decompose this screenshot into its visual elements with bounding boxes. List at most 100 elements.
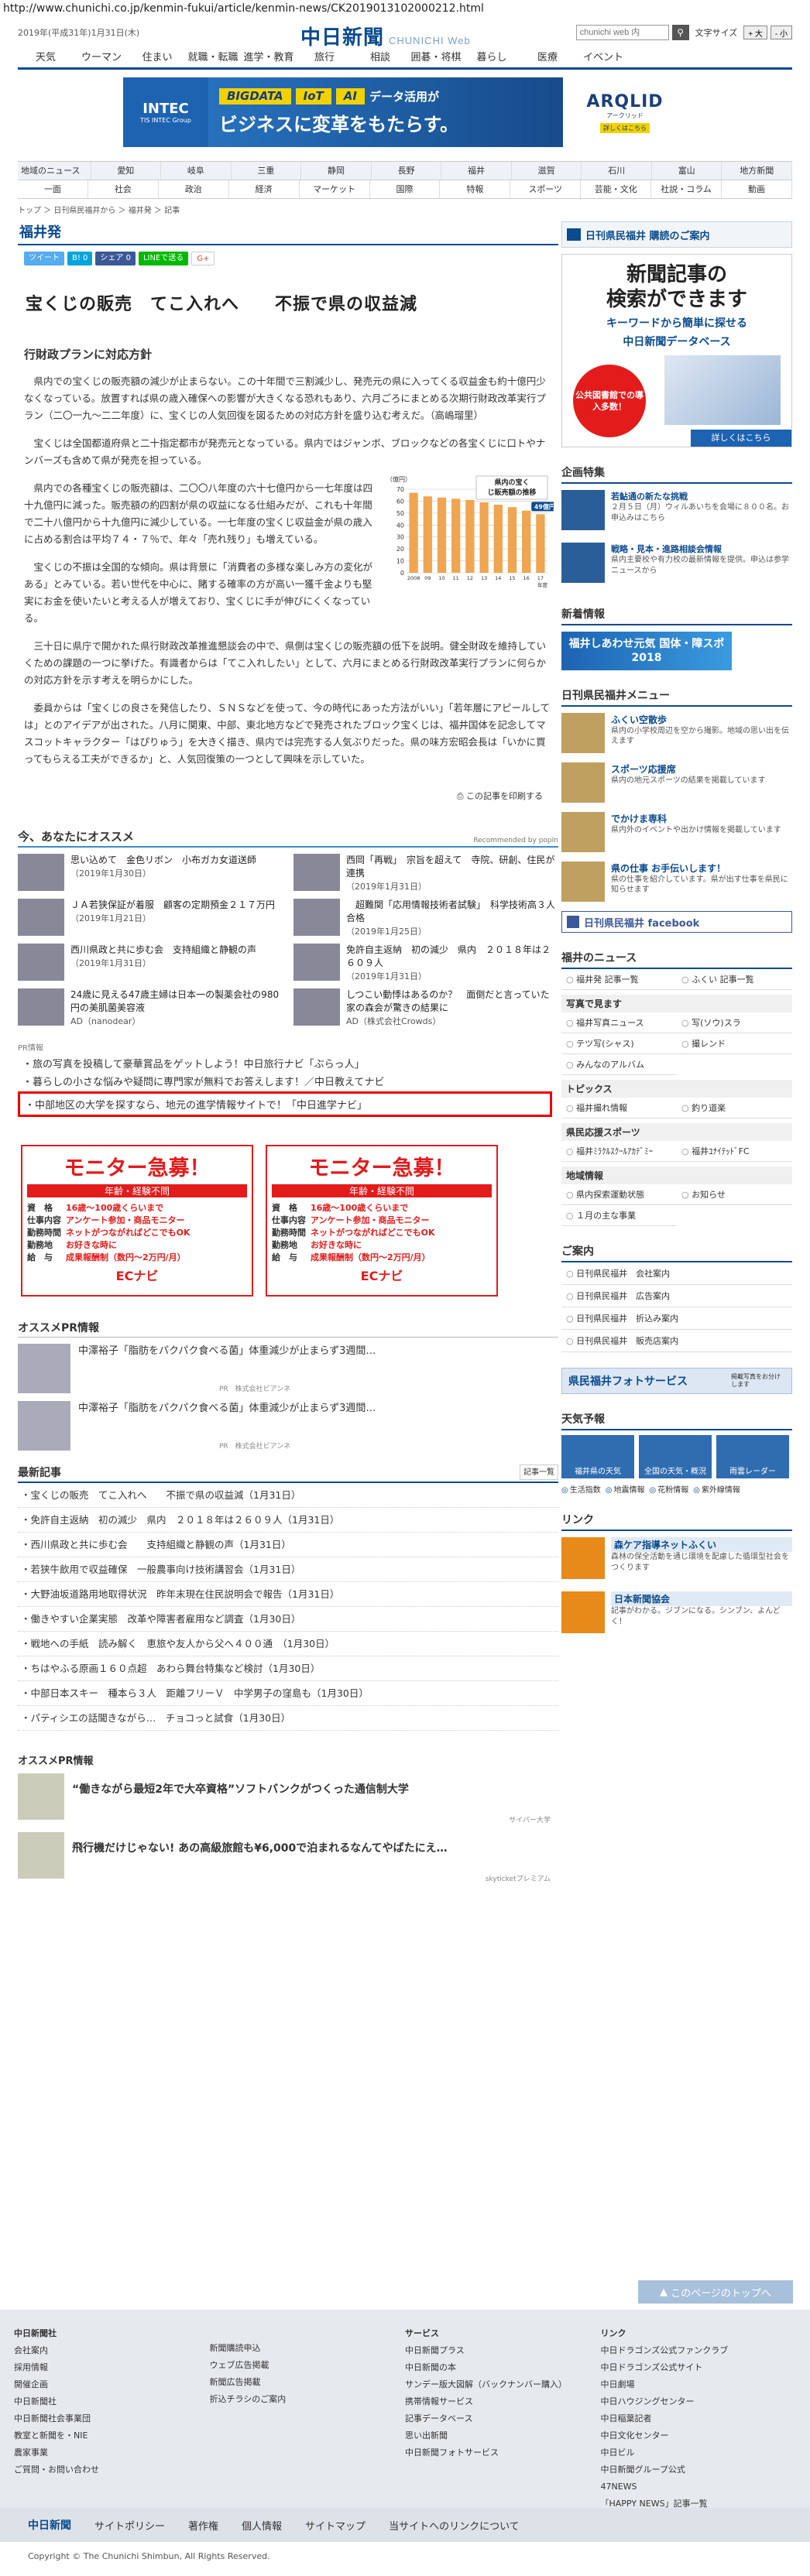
database-ad[interactable]: 新聞記事の 検索ができます キーワードから簡単に探せる 中日新聞データベース 公… — [561, 254, 792, 447]
photo-service-banner[interactable]: 県民福井フォトサービス 掲載写真をお分けします — [561, 1368, 792, 1394]
footer-nav-link[interactable]: サイトマップ — [305, 2518, 366, 2533]
latest-article-link[interactable]: ・パティシエの話聞きながら… チョコっと試食（1月30日） — [18, 1706, 558, 1731]
monitor-ad[interactable]: モニター急募！ 年齢・経験不問資 格 16歳～100歳くらいまで 仕事内容 アンケート参… — [266, 1145, 498, 1297]
search-button[interactable]: ⚲ — [671, 25, 689, 40]
monitor-ad[interactable]: モニター急募！ 年齢・経験不問資 格 16歳～100歳くらいまで 仕事内容 アンケート参… — [21, 1145, 253, 1297]
category-nav-item[interactable]: 芸能・文化 — [581, 180, 652, 198]
subscribe-header[interactable]: 日刊県民福井 購読のご案内 — [561, 221, 792, 248]
footer-link[interactable]: ご質問・お問い合わせ — [14, 2461, 210, 2478]
footer-link[interactable]: 採用情報 — [14, 2359, 210, 2376]
pr-link-highlighted[interactable]: ・中部地区の大学を探すなら、地元の進学情報サイトで！「中日進学ナビ」 — [18, 1091, 552, 1117]
recommend-item[interactable]: 西岡「再戦」 宗旨を超えて 寺院、研創、住民が連携 （2019年1月31日） — [293, 854, 558, 894]
footer-nav-link[interactable]: 個人情報 — [242, 2518, 282, 2533]
footer-link[interactable]: 中日新聞社会事業団 — [14, 2410, 210, 2427]
gnav-item[interactable]: 住まい — [129, 48, 185, 67]
gnav-item[interactable]: 相談 — [352, 48, 408, 67]
weather-info-link[interactable]: 紫外線情報 — [693, 1483, 740, 1495]
region-nav-item[interactable]: 福井 — [441, 162, 512, 180]
footer-link[interactable]: 新聞広告掲載 — [210, 2374, 406, 2391]
footer-link[interactable]: 中日劇場 — [601, 2376, 797, 2393]
footer-logo[interactable]: 中日新聞 — [28, 2517, 71, 2533]
weather-map-link[interactable]: 全国の天気・概況 — [639, 1435, 712, 1478]
footer-link[interactable]: 中日新聞グループ公式 — [601, 2461, 797, 2478]
search-input[interactable] — [575, 25, 669, 40]
footer-link[interactable]: 中日ビル — [601, 2444, 797, 2461]
sports-link[interactable]: 福井ﾐﾗｸﾙｽｸｰﾙｱｶﾃﾞﾐｰ — [561, 1141, 677, 1162]
gnav-item[interactable]: イベント — [575, 48, 631, 67]
photo-link[interactable]: 福井写真ニュース — [561, 1012, 677, 1033]
pr-link[interactable]: ・旅の写真を投稿して豪華賞品をゲットしよう！中日旅行ナビ「ぶらっ人」 — [22, 1056, 558, 1070]
footer-link[interactable]: 中日ドラゴンズ公式ファンクラブ — [601, 2342, 797, 2359]
region-nav-item[interactable]: 長野 — [372, 162, 442, 180]
footer-link[interactable]: 会社案内 — [14, 2342, 210, 2359]
footer-link[interactable]: 中日文化センター — [601, 2427, 797, 2444]
menu-item[interactable]: でかけま専科 県内外のイベントや出かけ情報を掲載しています — [561, 812, 792, 855]
weather-map-link[interactable]: 福井県の天気 — [561, 1435, 634, 1478]
weather-map-link[interactable]: 雨雲レーダー — [716, 1435, 789, 1478]
footer-nav-link[interactable]: 著作権 — [188, 2518, 218, 2533]
latest-article-link[interactable]: ・働きやすい企業実態 改革や障害者雇用など調査（1月30日） — [18, 1607, 558, 1632]
menu-item[interactable]: ふくい空散歩 県内の小学校周辺を空から撮影。地域の思い出を伝えます — [561, 713, 792, 756]
latest-article-link[interactable]: ・戦地への手紙 読み解く 恵旅や友人から父へ４００通 （1月30日） — [18, 1632, 558, 1656]
footer-link[interactable]: 思い出新聞 — [405, 2427, 601, 2444]
latest-article-link[interactable]: ・中部日本スキー 種本ら３人 距離フリーＶ 中学男子の窪島も（1月30日） — [18, 1681, 558, 1706]
weather-info-link[interactable]: 生活指数 — [561, 1483, 601, 1495]
news-link[interactable]: ふくい 記事一覧 — [677, 969, 792, 990]
weather-info-link[interactable]: 花粉情報 — [649, 1483, 688, 1495]
ad-more-button[interactable]: 詳しくはこちら — [691, 430, 791, 447]
region-nav-item[interactable]: 静岡 — [301, 162, 372, 180]
os-pr2-item[interactable]: 飛行機だけじゃない! あの高級旅館も¥6,000で泊まれるなんてやばたにえ… sk… — [18, 1832, 558, 1885]
banner-cta[interactable]: 詳しくはこちら — [600, 122, 650, 133]
popin-credit[interactable]: Recommended by popIn — [473, 837, 558, 844]
footer-link[interactable]: サンデー版大図解（バックナンバー購入） — [405, 2376, 601, 2393]
recommend-item[interactable]: 西川県政と共に歩む会 支持組織と静観の声 （2019年1月31日） — [18, 944, 283, 984]
category-nav-item[interactable]: 特報 — [440, 180, 511, 198]
footer-link[interactable]: 47NEWS — [601, 2478, 797, 2496]
latest-article-link[interactable]: ・若狭牛飲用で収益確保 一般農事向け技術講習会（1月31日） — [18, 1557, 558, 1582]
breadcrumb[interactable]: トップ ＞ 日刊県民福井から ＞ 福井発 ＞ 記事 — [18, 204, 792, 215]
text-size-large-button[interactable]: + 大 — [743, 26, 767, 39]
recommend-item[interactable]: 思い込めて 金色リボン 小布ガカ女道送師 （2019年1月30日） — [18, 854, 283, 894]
category-nav-item[interactable]: マーケット — [300, 180, 370, 198]
region-nav-item[interactable]: 石川 — [582, 162, 652, 180]
footer-link[interactable]: ウェブ広告掲載 — [210, 2357, 406, 2374]
category-nav-item[interactable]: 社説・コラム — [651, 180, 722, 198]
gnav-item[interactable]: ウーマン — [74, 48, 129, 67]
print-link[interactable]: ⎙ この記事を印刷する — [18, 790, 543, 802]
sports-link[interactable]: 福井ﾕﾅｲﾃｯﾄﾞFC — [677, 1141, 792, 1162]
region-nav-item[interactable]: 愛知 — [91, 162, 162, 180]
region-nav-item[interactable]: 滋賀 — [512, 162, 582, 180]
region-link[interactable]: 県内探索運動状態 — [561, 1184, 677, 1205]
guide-link[interactable]: 日刊県民福井 広告案内 — [561, 1285, 792, 1307]
footer-link[interactable]: 中日ドラゴンズ公式サイト — [601, 2359, 797, 2376]
os-pr-item[interactable]: 中澤裕子「脂肪をパクパク食べる菌」体重減少が止まらず3週間… PR 株式会社ビアン… — [18, 1401, 558, 1452]
guide-link[interactable]: 日刊県民福井 販売店案内 — [561, 1330, 792, 1352]
address-bar[interactable]: http://www.chunichi.co.jp/kenmin-fukui/a… — [0, 0, 810, 17]
footer-nav-link[interactable]: サイトポリシー — [94, 2518, 165, 2533]
photo-link[interactable]: 撮レンド — [677, 1033, 792, 1054]
kikaku-item[interactable]: 若鮎通の新たな挑戦 ２月５日（月）ウィルあいちを会場に８００名。お申込みはこちら — [561, 490, 792, 536]
footer-link[interactable]: 携帯情報サービス — [405, 2393, 601, 2410]
os-pr-item[interactable]: 中澤裕子「脂肪をパクパク食べる菌」体重減少が止まらず3週間… PR 株式会社ビアン… — [18, 1344, 558, 1395]
recommend-item[interactable]: ＪＡ若狭保証が着服 顧客の定期預金２１７万円 （2019年1月21日） — [18, 899, 283, 939]
footer-link[interactable]: 中日新聞社 — [14, 2393, 210, 2410]
menu-item[interactable]: スポーツ応援席 県内の地元スポーツの結果を掲載しています — [561, 762, 792, 806]
facebook-link[interactable]: 日刊県民福井 facebook — [561, 911, 792, 933]
recommend-item[interactable]: 24歳に見える47歳主婦は日本一の製薬会社の980円の美肌菌美容液 AD（nano… — [18, 988, 283, 1029]
os-pr2-item[interactable]: “働きながら最短2年で大卒資格”ソフトバンクがつくった通信制大学 サイバー大学 — [18, 1773, 558, 1826]
external-link-item[interactable]: 森ケア指導ネットふくい 森林の保全活動を通じ環境を配慮した循環型社会をつくります — [561, 1537, 792, 1585]
gnav-item[interactable]: 就職・転職 — [185, 48, 241, 67]
region-link[interactable]: １月の主な事業 — [561, 1205, 677, 1226]
google-plus-button[interactable]: G+ — [191, 252, 215, 265]
site-logo[interactable]: 中日新聞 CHUNICHI Web — [300, 22, 471, 50]
category-nav-item[interactable]: スポーツ — [510, 180, 582, 198]
latest-more-link[interactable]: 記事一覧 — [520, 1464, 558, 1480]
pr-link[interactable]: ・暮らしの小さな悩みや疑問に専門家が無料でお答えします！／中日教えてナビ — [22, 1074, 558, 1088]
top-ad-banner[interactable]: INTEC TIS INTEC Group BIGDATA IoT AI データ活用が … — [123, 77, 687, 147]
back-to-top-button[interactable]: ▲ このページのトップへ — [638, 2280, 793, 2304]
region-nav-item[interactable]: 岐阜 — [161, 162, 232, 180]
line-button[interactable]: LINEで送る — [138, 252, 189, 265]
recommend-item[interactable]: しつこい動悸はあるのか？ 面倒だと言っていた家の森会が驚きの結果に AD（株式会社… — [293, 988, 558, 1029]
footer-link[interactable]: 折込チラシのご案内 — [210, 2391, 406, 2408]
latest-article-link[interactable]: ・宝くじの販売 てこ入れへ 不振で県の収益減（1月31日） — [18, 1483, 558, 1508]
